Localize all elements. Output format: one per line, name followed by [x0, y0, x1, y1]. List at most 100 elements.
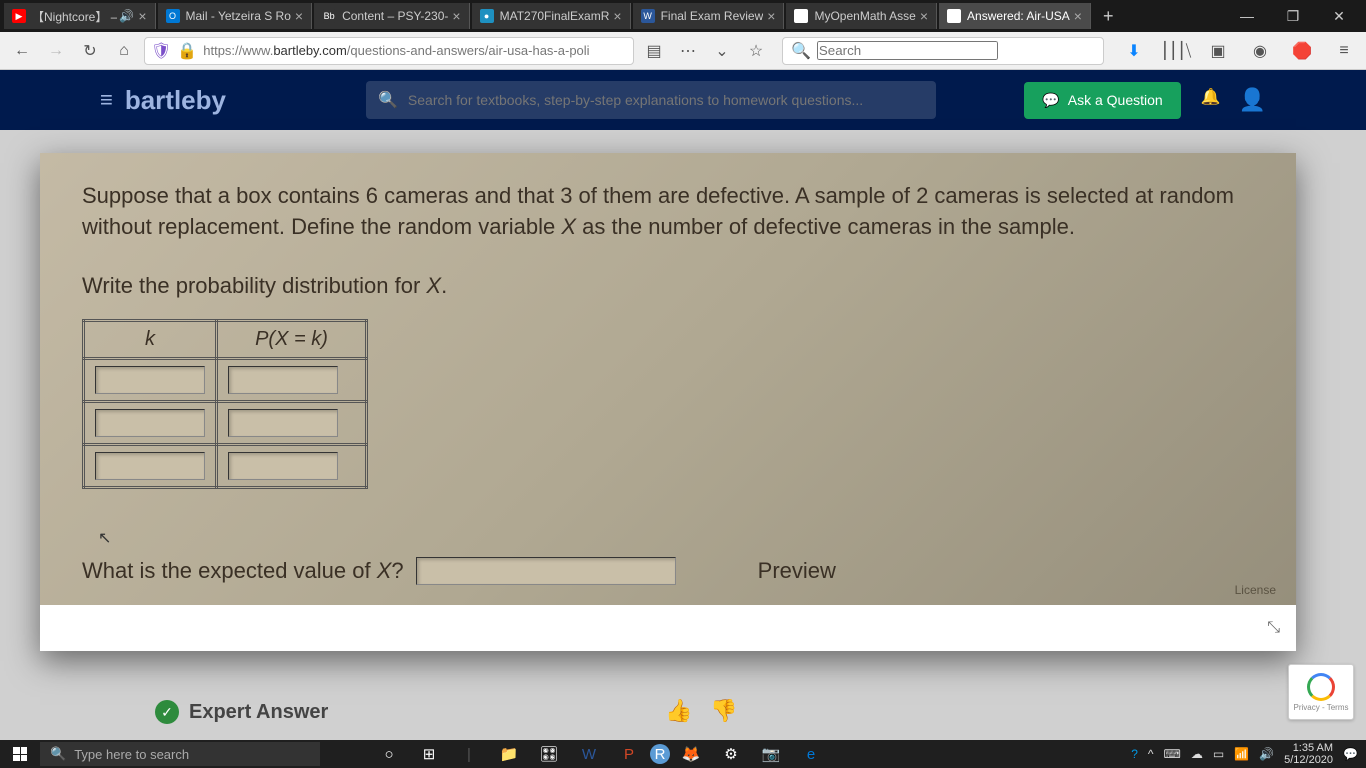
recaptcha-badge[interactable]: Privacy - Terms [1288, 664, 1354, 720]
lock-icon: 🔒 [177, 41, 197, 61]
help-icon[interactable]: ? [1131, 747, 1138, 761]
back-button[interactable]: ← [8, 37, 36, 65]
volume-icon[interactable]: 🔊 [1259, 747, 1274, 761]
image-lightbox: ↖ Suppose that a box contains 6 cameras … [40, 153, 1296, 651]
tab-close-icon[interactable]: × [452, 8, 460, 24]
tab-close-icon[interactable]: × [295, 8, 303, 24]
start-button[interactable] [0, 740, 40, 768]
file-explorer-icon[interactable]: 📁 [490, 740, 528, 768]
site-search-bar[interactable]: 🔍 [366, 81, 936, 119]
new-tab-button[interactable]: + [1093, 6, 1124, 27]
tab-close-icon[interactable]: × [1074, 8, 1082, 24]
cloud-icon[interactable]: ☁ [1191, 747, 1203, 761]
cursor-icon: ↖ [98, 528, 111, 548]
browser-tabstrip: ▶【Nightcore】 –🔊×OMail - Yetzeira S Ro×Bb… [0, 0, 1366, 32]
probability-table: k P(X = k) [82, 319, 368, 489]
audio-icon[interactable]: 🔊 [119, 9, 134, 23]
expected-value-input[interactable] [416, 557, 676, 585]
tab-title: MyOpenMath Asse [814, 9, 915, 23]
library-icon[interactable]: ⎮⎮⎮⧹ [1162, 37, 1190, 65]
tray-chevron-icon[interactable]: ^ [1148, 747, 1154, 761]
thumbs-up-icon[interactable]: 👍 [665, 698, 692, 724]
bell-icon[interactable]: 🔔 [1201, 87, 1221, 113]
powerpoint-icon[interactable]: P [610, 740, 648, 768]
url-bar[interactable]: 🛡 🔒 https://www.bartleby.com/questions-a… [144, 37, 634, 65]
browser-search-bar[interactable]: 🔍 [782, 37, 1104, 65]
site-header: ≡ bartleby 🔍 💬 Ask a Question 🔔 👤 [0, 70, 1366, 130]
taskbar-search-placeholder: Type here to search [74, 747, 189, 762]
reader-mode-icon[interactable]: ▤ [640, 37, 668, 65]
tab-close-icon[interactable]: × [138, 8, 146, 24]
reload-button[interactable]: ↻ [76, 37, 104, 65]
collapse-icon[interactable]: ⤡ [1267, 619, 1280, 637]
check-icon: ✓ [155, 700, 179, 724]
browser-tab[interactable]: Bb Content – PSY-230- × [314, 3, 469, 29]
browser-tab[interactable]: OMail - Yetzeira S Ro× [158, 3, 313, 29]
hamburger-icon[interactable]: ≡ [100, 87, 113, 113]
chat-icon: 💬 [1042, 92, 1059, 109]
browser-tab[interactable]: ●MAT270FinalExamR× [472, 3, 631, 29]
input-p-3[interactable] [228, 452, 338, 480]
browser-search-input[interactable] [817, 41, 998, 60]
app-icon[interactable]: 🎛 [530, 740, 568, 768]
tab-title: 【Nightcore】 – [32, 8, 117, 25]
browser-tab[interactable]: bAnswered: Air-USA× [939, 3, 1091, 29]
table-header-k: k [84, 321, 217, 359]
browser-tab[interactable]: ▶【Nightcore】 –🔊× [4, 3, 156, 29]
keyboard-icon[interactable]: ⌨ [1164, 747, 1181, 761]
settings-icon[interactable]: ⚙ [712, 740, 750, 768]
input-p-2[interactable] [228, 409, 338, 437]
ublock-icon[interactable]: 🛑 [1288, 37, 1316, 65]
home-button[interactable]: ⌂ [110, 37, 138, 65]
close-window-button[interactable]: ✕ [1316, 0, 1362, 32]
input-k-1[interactable] [95, 366, 205, 394]
more-icon[interactable]: ⋯ [674, 37, 702, 65]
tab-close-icon[interactable]: × [613, 8, 621, 24]
taskbar-clock[interactable]: 1:35 AM 5/12/2020 [1284, 742, 1333, 766]
tab-favicon-icon: W [641, 9, 655, 23]
search-icon: 🔍 [791, 41, 811, 61]
question-text-1: Suppose that a box contains 6 cameras an… [82, 181, 1254, 243]
ask-question-button[interactable]: 💬 Ask a Question [1024, 82, 1180, 119]
menu-icon[interactable]: ≡ [1330, 37, 1358, 65]
minimize-button[interactable]: — [1224, 0, 1270, 32]
browser-tab[interactable]: M MyOpenMath Asse × [786, 3, 937, 29]
browser-tab[interactable]: W Final Exam Review× [633, 3, 785, 29]
window-controls: — ❐ ✕ [1224, 0, 1362, 32]
lightbox-toolbar: ⤡ [40, 605, 1296, 651]
cortana-icon[interactable]: ○ [370, 740, 408, 768]
tab-title: Content – PSY-230- [342, 9, 448, 23]
recaptcha-logo-icon [1307, 673, 1335, 701]
battery-icon[interactable]: ▭ [1213, 747, 1224, 761]
word-icon[interactable]: W [570, 740, 608, 768]
pocket-icon[interactable]: ⌄ [708, 37, 736, 65]
forward-button[interactable]: → [42, 37, 70, 65]
tab-close-icon[interactable]: × [767, 8, 775, 24]
edge-icon[interactable]: e [792, 740, 830, 768]
tab-favicon-icon: Bb [322, 9, 336, 23]
input-k-3[interactable] [95, 452, 205, 480]
site-search-input[interactable] [408, 92, 924, 108]
tab-close-icon[interactable]: × [920, 8, 928, 24]
bookmark-star-icon[interactable]: ☆ [742, 37, 770, 65]
input-k-2[interactable] [95, 409, 205, 437]
profile-icon[interactable]: 👤 [1239, 87, 1266, 113]
taskbar-search[interactable]: 🔍 Type here to search [40, 742, 320, 766]
tab-favicon-icon: M [794, 9, 808, 23]
wifi-icon[interactable]: 📶 [1234, 747, 1249, 761]
task-view-icon[interactable]: ⊞ [410, 740, 448, 768]
sidebar-icon[interactable]: ▣ [1204, 37, 1232, 65]
maximize-button[interactable]: ❐ [1270, 0, 1316, 32]
notifications-icon[interactable]: 💬 [1343, 747, 1358, 761]
account-icon[interactable]: ◉ [1246, 37, 1274, 65]
preview-button[interactable]: Preview [758, 558, 836, 584]
brand-logo[interactable]: bartleby [125, 85, 226, 116]
input-p-1[interactable] [228, 366, 338, 394]
thumbs-down-icon[interactable]: 👎 [710, 698, 737, 724]
recaptcha-text: Privacy - Terms [1294, 703, 1349, 712]
firefox-icon[interactable]: 🦊 [672, 740, 710, 768]
tab-title: Final Exam Review [661, 9, 764, 23]
camera-icon[interactable]: 📷 [752, 740, 790, 768]
r-icon[interactable]: R [650, 744, 670, 764]
downloads-icon[interactable]: ⬇ [1120, 37, 1148, 65]
